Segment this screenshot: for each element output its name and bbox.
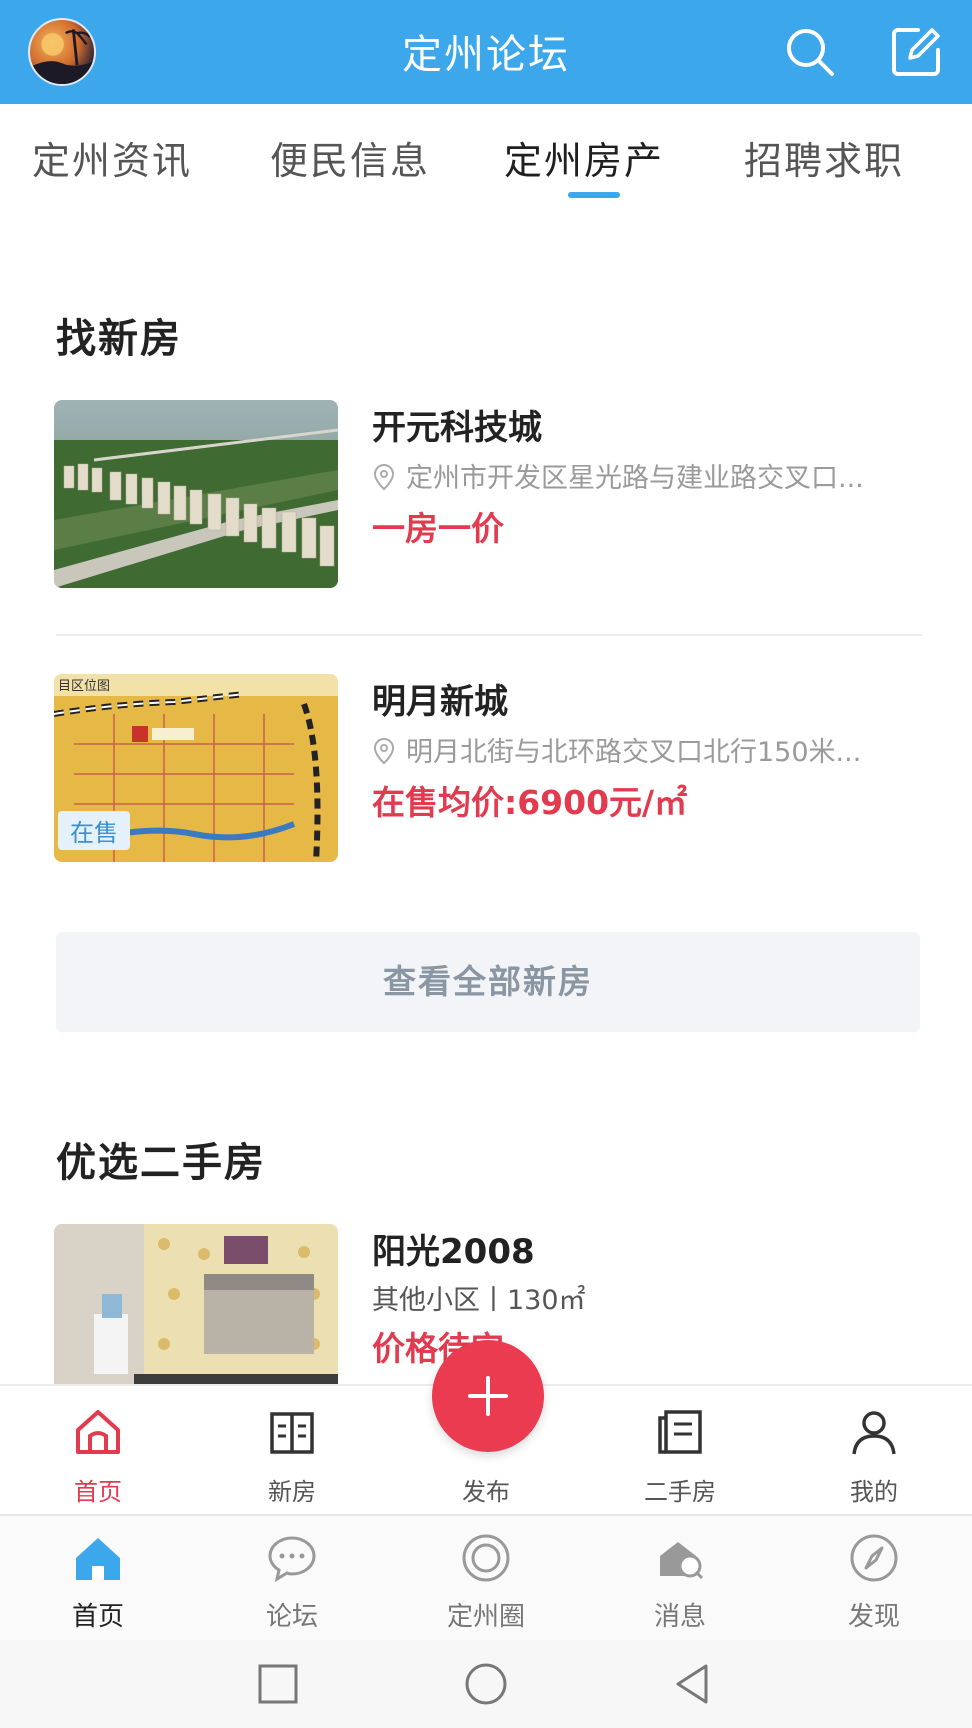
view-all-new-homes-button[interactable]: 查看全部新房	[56, 932, 920, 1032]
property-thumbnail: 目区位图 在售	[54, 674, 338, 862]
category-tabs: 定州资讯 便民信息 定州房产 招聘求职	[0, 104, 972, 208]
property-price: 一房一价	[372, 509, 504, 548]
system-nav-bar	[0, 1640, 972, 1728]
property-price: 在售均价:6900元/㎡	[372, 783, 688, 822]
nav-new-homes-label: 新房	[268, 1478, 316, 1506]
new-home-card[interactable]: 目区位图 在售 明月新城 明月北街与北环路交叉口北行150米... 在售均价:6…	[54, 674, 922, 864]
nav-second-hand-label: 二手房	[644, 1478, 716, 1506]
tab-bar-home[interactable]: 首页	[28, 1516, 168, 1642]
user-icon	[852, 1411, 896, 1455]
location-pin-icon	[373, 463, 395, 491]
tab-bar-circle-label: 定州圈	[446, 1602, 525, 1632]
nav-mine-label: 我的	[850, 1478, 898, 1506]
svg-text:目区位图: 目区位图	[58, 679, 110, 694]
new-home-card[interactable]: 开元科技城 定州市开发区星光路与建业路交叉口... 一房一价	[54, 400, 922, 590]
tab-services[interactable]: 便民信息	[270, 130, 430, 185]
ring-icon	[462, 1534, 510, 1582]
property-thumbnail	[54, 400, 338, 588]
card-divider	[56, 634, 922, 636]
nav-second-hand[interactable]: 二手房	[610, 1386, 750, 1516]
tab-bar-circle[interactable]: 定州圈	[416, 1516, 556, 1642]
location-pin-icon	[373, 737, 395, 765]
property-name: 明月新城	[372, 682, 508, 722]
home-system-icon[interactable]	[462, 1660, 510, 1708]
property-address-text: 定州市开发区星光路与建业路交叉口...	[406, 463, 864, 494]
section-title-new-homes: 找新房	[56, 316, 182, 362]
nav-mine[interactable]: 我的	[804, 1386, 944, 1516]
active-tab-indicator	[568, 192, 620, 198]
tab-bar-discover[interactable]: 发现	[804, 1516, 944, 1642]
chat-bubble-icon	[268, 1536, 316, 1583]
property-address: 明月北街与北环路交叉口北行150米...	[372, 730, 922, 769]
compass-icon	[850, 1534, 898, 1582]
property-address-text: 明月北街与北环路交叉口北行150米...	[406, 737, 862, 768]
nav-home[interactable]: 首页	[28, 1386, 168, 1516]
tab-news[interactable]: 定州资讯	[32, 130, 192, 185]
property-name: 开元科技城	[372, 408, 542, 448]
plus-icon	[468, 1376, 508, 1416]
recent-apps-icon[interactable]	[254, 1660, 302, 1708]
tab-jobs[interactable]: 招聘求职	[744, 130, 904, 185]
section-title-second-hand: 优选二手房	[56, 1140, 266, 1186]
compose-icon[interactable]	[888, 24, 944, 80]
property-thumbnail	[54, 1224, 338, 1384]
home-outline-icon	[76, 1410, 120, 1454]
tab-bar-home-label: 首页	[71, 1602, 124, 1632]
sale-status-badge: 在售	[58, 811, 130, 850]
search-icon[interactable]	[782, 24, 838, 80]
app-tab-bar: 首页 论坛 定州圈 消息 发现	[0, 1514, 972, 1640]
book-icon	[658, 1410, 702, 1454]
tab-bar-forum[interactable]: 论坛	[222, 1516, 362, 1642]
tab-bar-forum-label: 论坛	[265, 1602, 318, 1632]
home-icon	[76, 1538, 120, 1580]
message-icon	[660, 1542, 704, 1580]
back-icon[interactable]	[668, 1660, 716, 1708]
app-header: 定州论坛	[0, 0, 972, 104]
nav-publish-label: 发布	[462, 1478, 510, 1506]
publish-fab-button[interactable]	[432, 1340, 544, 1452]
tab-bar-messages[interactable]: 消息	[610, 1516, 750, 1642]
property-meta: 其他小区丨130㎡	[372, 1285, 586, 1316]
nav-new-homes[interactable]: 新房	[222, 1386, 362, 1516]
property-address: 定州市开发区星光路与建业路交叉口...	[372, 456, 922, 495]
property-name: 阳光2008	[372, 1232, 535, 1272]
tab-bar-discover-label: 发现	[847, 1602, 900, 1632]
tab-real-estate[interactable]: 定州房产	[504, 130, 664, 185]
building-icon	[270, 1412, 314, 1454]
nav-home-label: 首页	[74, 1478, 122, 1506]
tab-bar-messages-label: 消息	[653, 1602, 706, 1632]
